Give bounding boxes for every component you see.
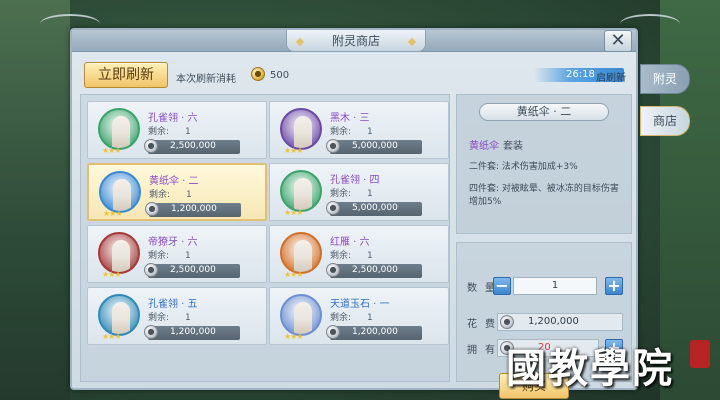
- item-stock: 剩余: 1: [148, 313, 191, 323]
- item-name: 红雁 · 六: [330, 237, 370, 248]
- item-price: ● 2,500,000: [144, 139, 240, 154]
- item-card[interactable]: ★★★ 红雁 · 六 剩余: 1 ● 2,500,000: [269, 225, 449, 283]
- item-portrait: [98, 108, 140, 150]
- title-bar: 附灵商店 ✕: [72, 30, 636, 52]
- item-name: 帝獠牙 · 六: [148, 237, 198, 248]
- silver-coin-icon: ●: [144, 263, 158, 277]
- refresh-timer-value: 26:18: [566, 69, 595, 80]
- star-icons: ★★★: [102, 270, 121, 279]
- item-name: 孔雀翎 · 五: [148, 299, 198, 310]
- silver-coin-icon: ●: [326, 325, 340, 339]
- silver-coin-icon: ●: [144, 139, 158, 153]
- window-title: 附灵商店: [286, 30, 426, 52]
- seal-stamp: [690, 340, 710, 368]
- silver-coin-icon: ●: [144, 325, 158, 339]
- item-detail-header: 黄纸伞 · 二 黄纸伞 套装 二件套: 法术伤害加成+3% 四件套: 对被眩晕、被…: [456, 94, 632, 234]
- item-stock: 剩余: 1: [330, 127, 373, 137]
- star-icons: ★★★: [103, 209, 122, 218]
- quantity-plus-button[interactable]: +: [605, 277, 623, 295]
- item-price: ● 1,200,000: [144, 325, 240, 340]
- star-icons: ★★★: [284, 146, 303, 155]
- silver-coin-icon: ●: [326, 139, 340, 153]
- item-stock: 剩余: 1: [330, 189, 373, 199]
- item-price: ● 2,500,000: [144, 263, 240, 278]
- two-piece-bonus: 二件套: 法术伤害加成+3%: [469, 162, 578, 172]
- refresh-cost-value: 500: [270, 70, 290, 81]
- item-card[interactable]: ★★★ 孔雀翎 · 六 剩余: 1 ● 2,500,000: [87, 101, 267, 159]
- close-icon: ✕: [610, 30, 626, 51]
- star-icons: ★★★: [102, 146, 121, 155]
- item-name: 黄纸伞 · 二: [149, 176, 199, 187]
- watermark-text: 國教學院: [506, 345, 674, 392]
- set-line: 黄纸伞 套装: [469, 137, 523, 152]
- silver-coin-icon: ●: [500, 315, 514, 329]
- tab-fuling[interactable]: 附灵: [640, 64, 690, 94]
- set-name: 黄纸伞: [469, 141, 499, 152]
- item-card[interactable]: ★★★ 帝獠牙 · 六 剩余: 1 ● 2,500,000: [87, 225, 267, 283]
- star-icons: ★★★: [284, 332, 303, 341]
- item-card[interactable]: ★★★ 黄纸伞 · 二 剩余: 1 ● 1,200,000: [87, 163, 267, 221]
- refresh-timer-label: 启刷新: [596, 73, 626, 84]
- four-piece-bonus: 四件套: 对被眩晕、被冰冻的目标伤害增加5%: [469, 184, 619, 207]
- tab-shop[interactable]: 商店: [640, 106, 690, 136]
- refresh-cost-label: 本次刷新消耗: [176, 74, 236, 85]
- star-icons: ★★★: [284, 208, 303, 217]
- background-left: [0, 0, 70, 400]
- item-price: ● 5,000,000: [326, 139, 422, 154]
- silver-coin-icon: ●: [326, 263, 340, 277]
- quantity-minus-button[interactable]: −: [493, 277, 511, 295]
- item-price: ● 1,200,000: [145, 202, 241, 217]
- item-stock: 剩余: 1: [148, 127, 191, 137]
- item-stock: 剩余: 1: [148, 251, 191, 261]
- gold-coin-icon: ●: [251, 67, 265, 81]
- item-portrait: [99, 171, 141, 213]
- item-name: 黑木 · 三: [330, 113, 370, 124]
- item-card[interactable]: ★★★ 黑木 · 三 剩余: 1 ● 5,000,000: [269, 101, 449, 159]
- item-portrait: [98, 294, 140, 336]
- quantity-input[interactable]: 1: [513, 277, 597, 295]
- item-grid: ★★★ 孔雀翎 · 六 剩余: 1 ● 2,500,000 ★★★ 黑木 · 三 剩…: [80, 94, 450, 382]
- detail-title: 黄纸伞 · 二: [479, 103, 609, 121]
- item-card[interactable]: ★★★ 孔雀翎 · 五 剩余: 1 ● 1,200,000: [87, 287, 267, 345]
- refresh-now-button[interactable]: 立即刷新: [84, 62, 168, 88]
- item-portrait: [280, 108, 322, 150]
- item-portrait: [98, 232, 140, 274]
- item-name: 孔雀翎 · 四: [330, 175, 380, 186]
- item-price: ● 1,200,000: [326, 325, 422, 340]
- item-price: ● 5,000,000: [326, 201, 422, 216]
- item-card[interactable]: ★★★ 孔雀翎 · 四 剩余: 1 ● 5,000,000: [269, 163, 449, 221]
- star-icons: ★★★: [102, 332, 121, 341]
- silver-coin-icon: ●: [326, 201, 340, 215]
- item-stock: 剩余: 1: [149, 190, 192, 200]
- set-suffix: 套装: [503, 141, 523, 152]
- star-icons: ★★★: [284, 270, 303, 279]
- silver-coin-icon: ●: [145, 202, 159, 216]
- item-portrait: [280, 232, 322, 274]
- cost-field: ● 1,200,000: [497, 313, 623, 331]
- item-card[interactable]: ★★★ 天道玉石 · 一 剩余: 1 ● 1,200,000: [269, 287, 449, 345]
- item-portrait: [280, 294, 322, 336]
- item-stock: 剩余: 1: [330, 313, 373, 323]
- item-portrait: [280, 170, 322, 212]
- item-name: 孔雀翎 · 六: [148, 113, 198, 124]
- close-button[interactable]: ✕: [604, 30, 632, 52]
- item-name: 天道玉石 · 一: [330, 299, 390, 310]
- item-price: ● 2,500,000: [326, 263, 422, 278]
- item-stock: 剩余: 1: [330, 251, 373, 261]
